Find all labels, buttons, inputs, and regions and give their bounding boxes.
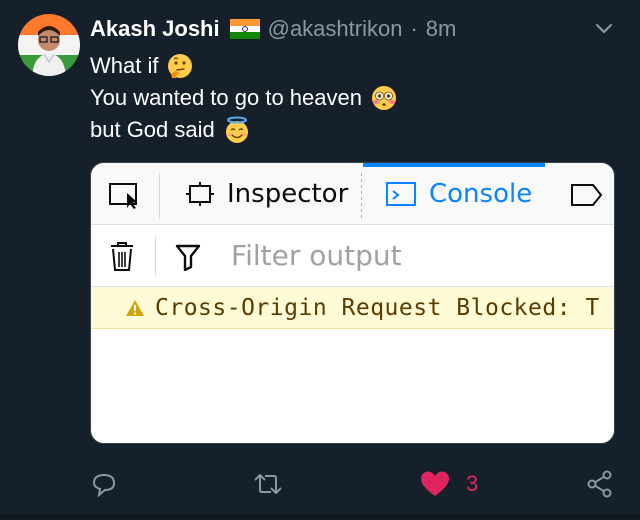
toolbar-divider — [361, 173, 362, 219]
chevron-down-icon[interactable] — [592, 16, 616, 40]
like-button[interactable]: 3 — [420, 470, 478, 498]
flushed-face-icon — [370, 84, 398, 112]
tweet-header: Akash Joshi @akashtrikon · 8m — [90, 14, 456, 44]
trash-icon[interactable] — [109, 240, 135, 272]
filter-divider — [155, 237, 156, 275]
bottom-border — [0, 514, 640, 520]
tab-inspector-label: Inspector — [227, 179, 349, 209]
warning-icon — [125, 299, 145, 317]
tweet-text: What if You wanted to go to heaven but G… — [90, 50, 610, 146]
author-handle[interactable]: @akashtrikon — [268, 16, 403, 42]
warning-message: Cross-Origin Request Blocked: T — [155, 294, 600, 321]
devtools-toolbar: Inspector Console — [91, 163, 614, 225]
share-icon — [587, 470, 612, 498]
heart-icon — [421, 471, 449, 496]
toolbar-divider — [159, 173, 160, 219]
tweet-line-1-text: What if — [90, 53, 159, 78]
reply-button[interactable] — [90, 470, 118, 498]
element-picker-icon[interactable] — [107, 181, 145, 211]
tab-console[interactable]: Console — [385, 163, 532, 225]
tweet-line-3: but God said — [90, 114, 610, 146]
smiling-face-with-halo-icon — [223, 116, 251, 144]
tab-console-label: Console — [429, 179, 533, 209]
separator-dot: · — [410, 16, 418, 41]
india-flag-icon — [229, 19, 260, 39]
debugger-icon[interactable] — [569, 181, 609, 209]
tweet-line-2: You wanted to go to heaven — [90, 82, 610, 114]
tab-inspector[interactable]: Inspector — [185, 163, 348, 225]
console-filter-bar: Filter output — [91, 225, 614, 287]
retweet-icon — [254, 474, 282, 494]
share-button[interactable] — [586, 470, 614, 498]
funnel-icon[interactable] — [175, 243, 201, 272]
filter-output-input[interactable]: Filter output — [231, 239, 402, 272]
reply-icon — [92, 473, 116, 498]
inspector-icon — [186, 182, 214, 206]
author-name[interactable]: Akash Joshi — [90, 16, 220, 42]
thinking-face-icon — [166, 52, 194, 80]
timestamp[interactable]: 8m — [426, 16, 457, 42]
tweet-line-3-text: but God said — [90, 117, 215, 142]
console-icon — [386, 182, 416, 206]
avatar[interactable] — [18, 14, 80, 76]
media-card[interactable]: Inspector Console Filter output Cross-Or… — [90, 162, 615, 444]
console-warning-row[interactable]: Cross-Origin Request Blocked: T — [91, 287, 614, 329]
like-count: 3 — [466, 471, 479, 496]
tweet: Akash Joshi @akashtrikon · 8m What if Yo… — [0, 0, 640, 520]
tweet-actions: 3 — [0, 458, 640, 510]
tweet-line-2-text: You wanted to go to heaven — [90, 85, 362, 110]
tweet-line-1: What if — [90, 50, 610, 82]
retweet-button[interactable] — [252, 470, 284, 498]
